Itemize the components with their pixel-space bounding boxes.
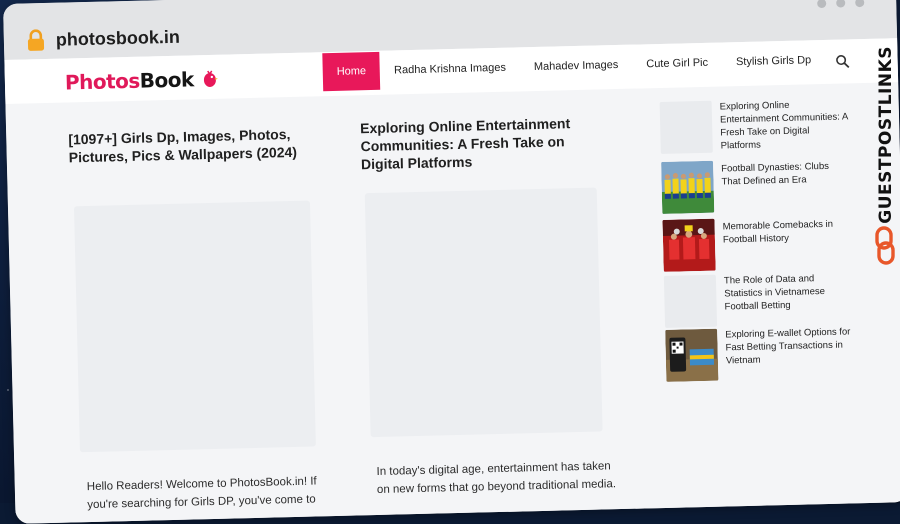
sidebar-post[interactable]: Football Dynasties: Clubs That Defined a… xyxy=(661,157,861,214)
phone-qr-payment[interactable] xyxy=(665,328,719,382)
chain-link-icon xyxy=(875,226,895,265)
bird-icon xyxy=(204,70,219,87)
nav-item-stylish-girls-dp[interactable]: Stylish Girls Dp xyxy=(722,41,826,82)
address-bar-url[interactable]: photosbook.in xyxy=(56,27,180,51)
sidebar-post-title[interactable]: Football Dynasties: Clubs That Defined a… xyxy=(721,159,850,188)
post-excerpt: Hello Readers! Welcome to PhotosBook.in!… xyxy=(86,475,317,512)
logo-text-photos: Photos xyxy=(64,68,141,95)
red-team-celebration[interactable] xyxy=(662,218,716,272)
post-thumbnail[interactable] xyxy=(73,200,316,453)
window-control-dot[interactable] xyxy=(817,0,827,9)
sidebar-post-thumbnail[interactable] xyxy=(659,100,713,154)
sidebar-post[interactable]: Exploring Online Entertainment Communiti… xyxy=(659,97,860,154)
nav-item-home[interactable]: Home xyxy=(322,51,381,92)
site-logo[interactable]: PhotosBook xyxy=(65,67,219,95)
sidebar-post-title[interactable]: The Role of Data and Statistics in Vietn… xyxy=(724,271,853,313)
sidebar-post-thumbnail[interactable] xyxy=(663,274,718,328)
window-controls xyxy=(817,0,865,9)
sidebar-post[interactable]: Memorable Comebacks in Football History xyxy=(662,215,862,272)
sidebar-post[interactable]: The Role of Data and Statistics in Vietn… xyxy=(663,271,864,328)
window-control-dot[interactable] xyxy=(855,0,865,8)
sidebar-recent-posts: Exploring Online Entertainment Communiti… xyxy=(659,97,860,382)
nav-item-mahadev-images[interactable]: Mahadev Images xyxy=(519,46,632,87)
sidebar-post-title[interactable]: Exploring Online Entertainment Communiti… xyxy=(720,97,849,152)
browser-window: photosbook.in PhotosBook Home Radha Kris… xyxy=(3,0,900,524)
post-thumbnail[interactable] xyxy=(364,187,603,438)
logo-text-book: Book xyxy=(139,67,195,93)
sidebar-post-title[interactable]: Exploring E-wallet Options for Fast Bett… xyxy=(725,325,854,367)
nav-item-radha-krishna-images[interactable]: Radha Krishna Images xyxy=(380,48,521,89)
window-control-dot[interactable] xyxy=(836,0,846,8)
post-title[interactable]: [1097+] Girls Dp, Images, Photos, Pictur… xyxy=(68,125,309,167)
post-title[interactable]: Exploring Online Entertainment Communiti… xyxy=(360,114,593,174)
football-team-photo[interactable] xyxy=(661,160,715,214)
lock-icon xyxy=(27,29,45,51)
web-page: PhotosBook Home Radha Krishna Images Mah… xyxy=(4,38,900,524)
sidebar-post-title[interactable]: Memorable Comebacks in Football History xyxy=(723,217,852,246)
post-excerpt: In today's digital age, entertainment ha… xyxy=(376,460,617,497)
watermark-text: GUESTPOSTLINKS xyxy=(876,46,896,224)
nav-item-cute-girl-pic[interactable]: Cute Girl Pic xyxy=(632,43,723,83)
search-icon[interactable] xyxy=(835,54,849,69)
